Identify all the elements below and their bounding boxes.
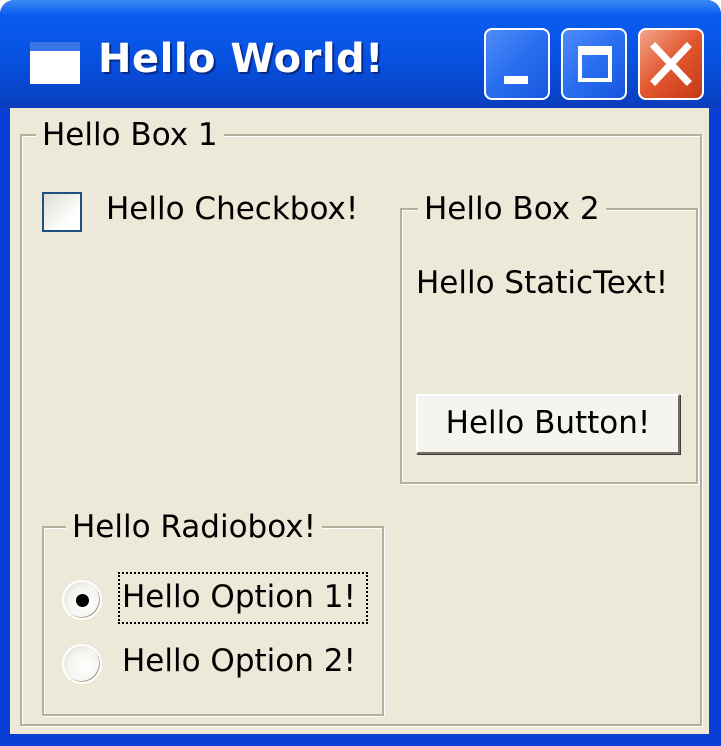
title-bar[interactable]: Hello World! [0,0,721,108]
maximize-icon [578,46,612,82]
window-title: Hello World! [98,36,384,82]
radio-option-1[interactable] [62,580,102,620]
hello-checkbox[interactable] [42,192,82,232]
client-area: Hello Box 1 Hello Checkbox! Hello Box 2 … [10,108,709,734]
hello-button[interactable]: Hello Button! [416,394,680,454]
radio-selected-dot [76,594,89,607]
groupbox-label: Hello Box 2 [418,190,606,228]
static-text: Hello StaticText! [416,265,669,301]
radio-option-1-label[interactable]: Hello Option 1! [122,578,356,616]
maximize-button[interactable] [561,28,627,100]
radio-option-2[interactable] [62,644,102,684]
radio-option-2-label[interactable]: Hello Option 2! [122,642,356,680]
app-window: Hello World! Hello Box 1 Hello Checkbox!… [0,0,721,746]
groupbox-label: Hello Box 1 [36,116,224,154]
minimize-icon [504,76,528,84]
checkbox-label[interactable]: Hello Checkbox! [106,190,358,228]
close-button[interactable] [638,28,704,100]
groupbox-label: Hello Radiobox! [66,508,323,546]
minimize-button[interactable] [484,28,550,100]
close-icon [650,42,692,86]
window-app-icon[interactable] [30,42,80,84]
